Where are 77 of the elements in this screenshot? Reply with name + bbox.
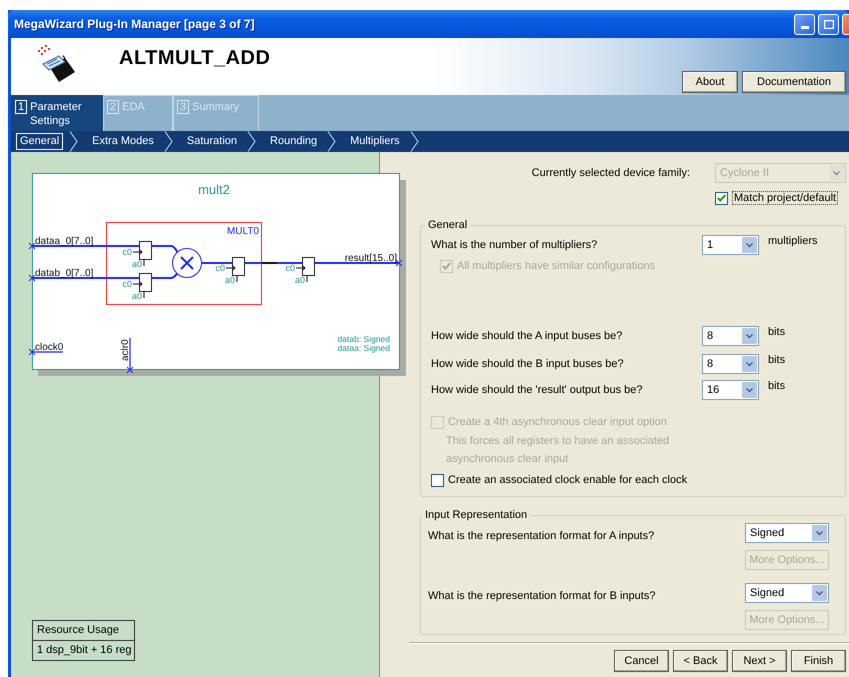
checkbox[interactable] <box>715 192 728 204</box>
pin-label: c0 <box>122 247 132 257</box>
footer-button[interactable]: Next > <box>732 650 787 672</box>
footer-button[interactable]: < Back <box>673 650 728 672</box>
chevron-icon <box>816 590 823 596</box>
checkbox-label: Create a 4th asynchronous clear input option <box>448 416 667 428</box>
checkbox[interactable] <box>431 474 444 486</box>
type-note: datab: Signed <box>338 334 390 344</box>
group-label: Input Representation <box>424 509 528 521</box>
unit-label: bits <box>768 380 786 392</box>
group-label: General <box>427 219 468 231</box>
table-cell: 1 dsp_9bit + 16 reg <box>33 640 134 660</box>
maximize-button[interactable] <box>818 14 839 34</box>
chevron-icon <box>410 131 419 152</box>
port-label: aclr0 <box>120 339 131 361</box>
pin-label: c0 <box>285 263 295 273</box>
subtab[interactable]: Rounding <box>266 133 322 150</box>
unit-label: multipliers <box>768 235 818 247</box>
window-title: MegaWizard Plug-In Manager [page 3 of 7] <box>14 17 255 31</box>
header-button[interactable]: Documentation <box>742 71 846 93</box>
field-label: How wide should the B input buses be? <box>431 358 625 370</box>
step-tab[interactable]: 1 Parameter Settings <box>11 95 103 131</box>
chevron-icon <box>746 334 753 338</box>
pin-label: a0 <box>132 259 142 269</box>
dropdown[interactable]: Signed <box>745 583 829 603</box>
subtab[interactable]: Multipliers <box>346 133 404 150</box>
field-label: How wide should the A input buses be? <box>431 330 624 342</box>
checkbox-label: All multipliers have similar configurations <box>457 260 656 272</box>
type-note: dataa: Signed <box>338 343 390 353</box>
pin-label: c0 <box>215 263 225 273</box>
unit-label: bits <box>768 326 786 338</box>
chevron-icon <box>69 131 78 152</box>
diagram-title: mult2 <box>198 182 230 197</box>
chevron-icon <box>816 530 823 536</box>
more-options-button: More Options... <box>745 610 829 630</box>
subtab[interactable]: Saturation <box>182 133 242 150</box>
dropdown[interactable]: 8 <box>702 354 759 374</box>
chevron-icon <box>746 388 753 392</box>
field-label: Currently selected device family: <box>532 167 690 179</box>
component-title: ALTMULT_ADD <box>119 47 270 70</box>
port-label: result[15..0] <box>344 253 397 264</box>
checkbox-label: Create an associated clock enable for each clock <box>448 474 688 486</box>
unit-label: bits <box>768 354 786 366</box>
port-label: clock0 <box>35 342 64 353</box>
chevron-icon <box>746 362 753 366</box>
footer-button[interactable]: Finish <box>791 650 846 672</box>
chevron-icon <box>247 131 256 152</box>
port-label: dataa_0[7..0] <box>35 236 94 247</box>
chevron-icon <box>833 170 840 176</box>
field-label: How wide should the 'result' output bus be? <box>431 384 644 396</box>
pin-label: c0 <box>122 279 132 289</box>
more-options-button: More Options... <box>745 550 829 570</box>
pin-label: a0 <box>294 275 305 285</box>
field-label: What is the representation format for A inputs? <box>428 530 654 544</box>
dropdown[interactable]: Signed <box>745 523 829 543</box>
chevron-icon <box>746 242 753 248</box>
subtab[interactable]: Extra Modes <box>88 133 158 150</box>
port-label: datab_0[7..0] <box>35 268 94 279</box>
help-text: This forces all registers to have an associated asynchronous clear input <box>446 434 670 467</box>
dropdown[interactable]: 8 <box>702 326 759 346</box>
maximize-icon <box>824 20 834 28</box>
chevron-icon <box>327 131 336 152</box>
header-button[interactable]: About <box>682 71 738 93</box>
table-header: Resource Usage <box>36 623 120 638</box>
field-label: What is the number of multipliers? <box>431 239 598 251</box>
minimize-button[interactable] <box>794 14 815 34</box>
field-label: What is the representation format for B inputs? <box>428 590 656 604</box>
dropdown[interactable]: 1 <box>702 235 759 255</box>
minimize-icon <box>800 26 808 28</box>
pin-label: a0 <box>132 291 142 301</box>
subtab[interactable]: General <box>16 133 64 150</box>
checkbox-label: Match project/default <box>732 191 838 205</box>
dropdown[interactable]: 16 <box>702 380 759 400</box>
footer-button[interactable]: Cancel <box>614 650 669 672</box>
chevron-icon <box>164 131 173 152</box>
pin-label: a0 <box>224 275 235 285</box>
block-label: MULT0 <box>226 226 259 237</box>
